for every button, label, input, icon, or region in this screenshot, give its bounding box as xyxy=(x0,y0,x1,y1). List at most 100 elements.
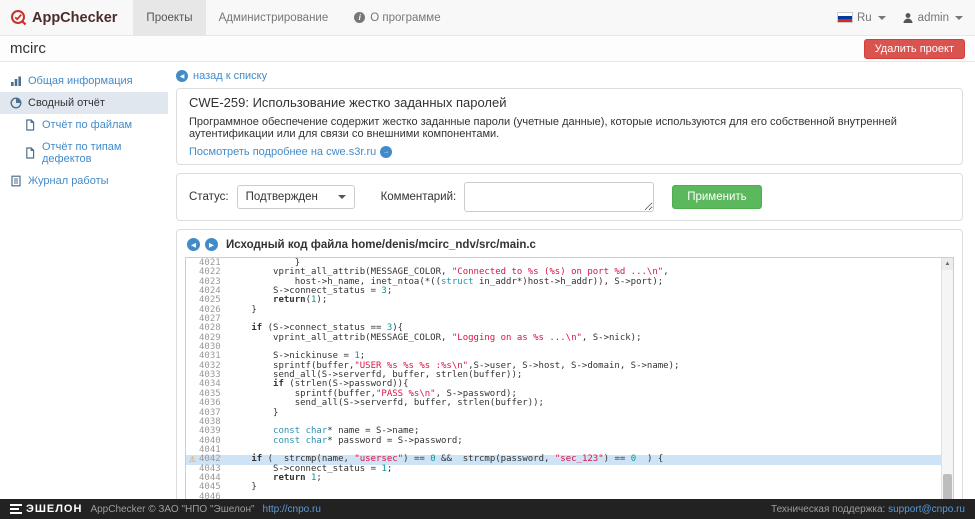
sidebar-item-label: Журнал работы xyxy=(28,175,109,187)
code-text: } xyxy=(230,409,953,418)
gutter-spacer xyxy=(186,446,199,455)
apply-button[interactable]: Применить xyxy=(672,185,761,209)
nav-item-label: Проекты xyxy=(146,12,192,24)
line-number: 4046 xyxy=(199,493,230,499)
sidebar-item-files-report[interactable]: Отчёт по файлам xyxy=(0,114,168,136)
gutter-spacer xyxy=(186,268,199,277)
code-line: 4029 vprint_all_attrib(MESSAGE_COLOR, "L… xyxy=(186,334,953,343)
sidebar-item-label: Отчёт по файлам xyxy=(42,119,132,131)
status-panel: Статус: Подтвержден Комментарий: Примени… xyxy=(176,173,963,221)
warning-icon: ⚠ xyxy=(186,455,199,464)
gutter-spacer xyxy=(186,493,199,499)
code-line: 4026 } xyxy=(186,306,953,315)
scroll-up-icon[interactable]: ▲ xyxy=(942,258,953,270)
gutter-spacer xyxy=(186,306,199,315)
user-menu[interactable]: admin xyxy=(902,12,963,24)
code-line: 4040 const char* password = S->password; xyxy=(186,437,953,446)
gutter-spacer xyxy=(186,343,199,352)
nav-item-label: О программе xyxy=(370,12,440,24)
sidebar-item-general-info[interactable]: Общая информация xyxy=(0,70,168,92)
brand-text: AppChecker xyxy=(32,10,117,26)
code-text: vprint_all_attrib(MESSAGE_COLOR, "Loggin… xyxy=(230,334,953,343)
gutter-spacer xyxy=(186,352,199,361)
sidebar-item-defect-types-report[interactable]: Отчёт по типам дефектов xyxy=(0,136,168,170)
code-text: } xyxy=(230,483,953,492)
flag-ru-icon xyxy=(837,12,853,23)
comment-label: Комментарий: xyxy=(381,191,457,203)
info-icon: i xyxy=(354,12,365,23)
project-title: mcirc xyxy=(10,40,46,57)
code-text: S->connect_status = 3; xyxy=(230,287,953,296)
appchecker-logo-icon xyxy=(10,9,27,26)
delete-project-button[interactable]: Удалить проект xyxy=(864,39,965,59)
back-row: ◀ назад к списку xyxy=(176,70,963,82)
nav-item-label: Администрирование xyxy=(219,12,329,24)
language-selector[interactable]: Ru xyxy=(837,12,886,24)
cnpo-link[interactable]: http://cnpo.ru xyxy=(263,504,321,515)
bar-chart-icon xyxy=(10,75,22,87)
vertical-scrollbar[interactable]: ▲ ▼ xyxy=(941,258,953,499)
gutter-spacer xyxy=(186,380,199,389)
sidebar-item-label: Сводный отчёт xyxy=(28,97,105,109)
code-line: 4046 xyxy=(186,493,953,499)
journal-icon xyxy=(10,175,22,187)
status-label: Статус: xyxy=(189,191,229,203)
nav-item-about[interactable]: i О программе xyxy=(341,0,453,35)
status-select-value: Подтвержден xyxy=(246,191,318,203)
prev-defect-icon[interactable]: ◀ xyxy=(187,238,200,251)
sidebar-item-work-log[interactable]: Журнал работы xyxy=(0,170,168,192)
next-defect-icon[interactable]: ▶ xyxy=(205,238,218,251)
cwe-title: CWE-259: Использование жестко заданных п… xyxy=(189,95,950,110)
code-text: return(1); xyxy=(230,296,953,305)
sidebar-item-label: Общая информация xyxy=(28,75,133,87)
project-bar: mcirc Удалить проект xyxy=(0,36,975,62)
cwe-more-link[interactable]: Посмотреть подробнее на cwe.s3r.ru xyxy=(189,146,376,158)
footer-copyright: AppChecker © ЗАО "НПО "Эшелон" xyxy=(90,504,254,515)
sidebar: Общая информация Сводный отчёт Отчёт по фа… xyxy=(0,62,168,499)
scrollbar-track[interactable] xyxy=(942,270,953,499)
echelon-logo: ЭШЕЛОН xyxy=(10,503,82,515)
code-text: } xyxy=(230,306,953,315)
cwe-link-row: Посмотреть подробнее на cwe.s3r.ru → xyxy=(189,146,950,158)
gutter-spacer xyxy=(186,465,199,474)
caret-down-icon xyxy=(955,16,963,20)
language-label: Ru xyxy=(857,12,872,24)
footer-right: Техническая поддержка: support@cnpo.ru xyxy=(771,504,965,515)
cwe-panel: CWE-259: Использование жестко заданных п… xyxy=(176,88,963,165)
cwe-description: Программное обеспечение содержит жестко … xyxy=(189,116,950,140)
gutter-spacer xyxy=(186,278,199,287)
code-text: return 1; xyxy=(230,474,953,483)
pie-chart-icon xyxy=(10,97,22,109)
gutter-spacer xyxy=(186,287,199,296)
file-icon xyxy=(24,147,36,159)
sidebar-item-label: Отчёт по типам дефектов xyxy=(42,141,158,165)
gutter-spacer xyxy=(186,437,199,446)
nav-item-projects[interactable]: Проекты xyxy=(133,0,205,35)
code-text: S->connect_status = 1; xyxy=(230,465,953,474)
gutter-spacer xyxy=(186,390,199,399)
code-line: 4037 } xyxy=(186,409,953,418)
status-select[interactable]: Подтвержден xyxy=(237,185,355,209)
navbar-right: Ru admin xyxy=(837,0,975,35)
code-line: 4025 return(1); xyxy=(186,296,953,305)
echelon-logo-icon xyxy=(10,504,22,514)
back-link[interactable]: назад к списку xyxy=(193,70,267,82)
nav-item-administration[interactable]: Администрирование xyxy=(206,0,342,35)
footer-left: ЭШЕЛОН AppChecker © ЗАО "НПО "Эшелон" ht… xyxy=(10,503,321,515)
gutter-spacer xyxy=(186,371,199,380)
support-link[interactable]: support@cnpo.ru xyxy=(888,504,965,515)
external-link-icon: → xyxy=(380,146,392,158)
scrollbar-thumb[interactable] xyxy=(943,474,952,499)
code-title: Исходный код файла home/denis/mcirc_ndv/… xyxy=(226,239,536,251)
user-label: admin xyxy=(918,12,949,24)
code-lines: 4021 }4022 vprint_all_attrib(MESSAGE_COL… xyxy=(186,258,953,499)
gutter-spacer xyxy=(186,483,199,492)
gutter-spacer xyxy=(186,296,199,305)
code-line: 4036 send_all(S->serverfd, buffer, strle… xyxy=(186,399,953,408)
main: ◀ назад к списку CWE-259: Использование … xyxy=(168,62,975,499)
gutter-spacer xyxy=(186,315,199,324)
code-panel: ◀ ▶ Исходный код файла home/denis/mcirc_… xyxy=(176,229,963,499)
brand[interactable]: AppChecker xyxy=(0,0,133,35)
sidebar-item-summary-report[interactable]: Сводный отчёт xyxy=(0,92,168,114)
comment-input[interactable] xyxy=(464,182,654,212)
